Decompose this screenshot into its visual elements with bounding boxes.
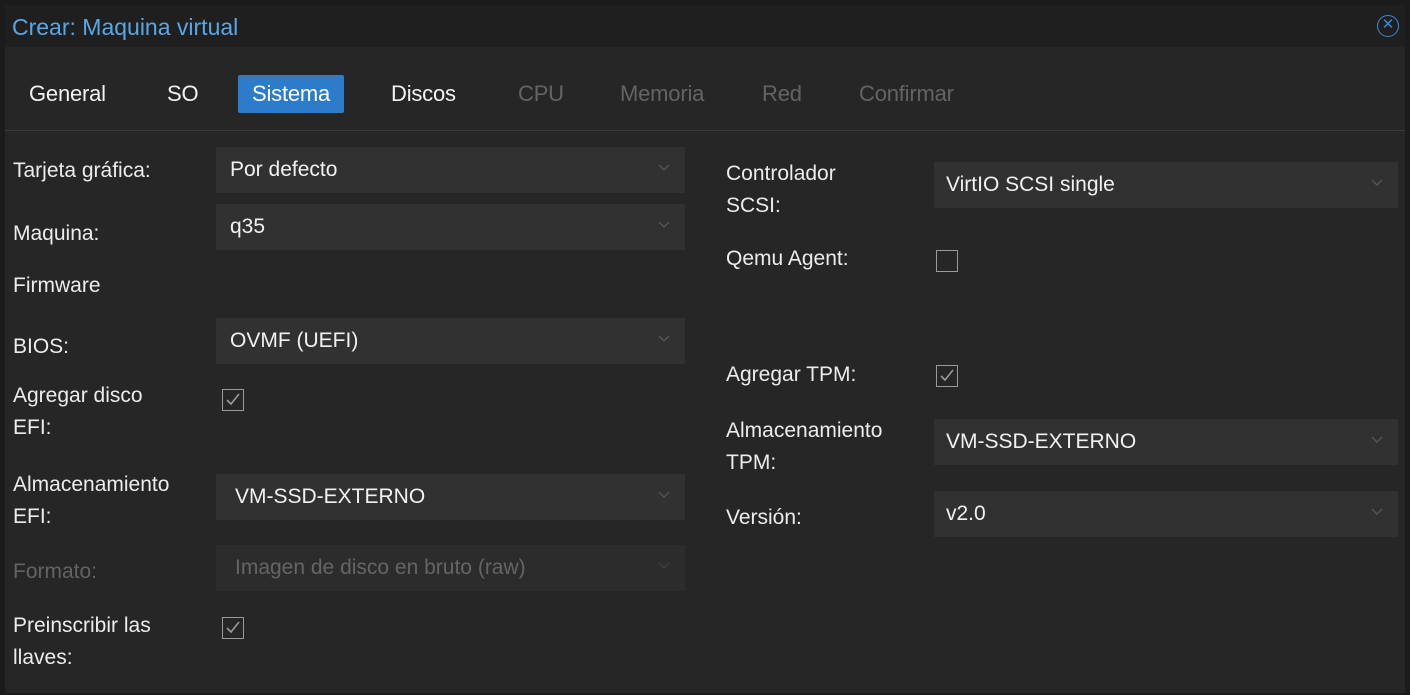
tpm-storage-select[interactable]: VM-SSD-EXTERNO <box>934 419 1398 465</box>
machine-select[interactable]: q35 <box>216 204 685 250</box>
chevron-down-icon <box>658 491 670 498</box>
prekeys-label-line2: llaves: <box>13 646 73 669</box>
efi-storage-label-line2: EFI: <box>13 505 52 528</box>
add-tpm-label: Agregar TPM: <box>726 363 857 386</box>
graphics-card-value: Por defecto <box>230 158 338 181</box>
efi-disk-checkbox[interactable] <box>222 389 244 411</box>
firmware-heading: Firmware <box>13 274 101 297</box>
format-label: Formato: <box>13 560 98 583</box>
chevron-down-icon <box>658 335 670 342</box>
checkmark-icon <box>226 393 240 406</box>
tab-so[interactable]: SO <box>153 75 212 113</box>
scsi-controller-label: Controlador SCSI: <box>726 158 836 222</box>
close-icon[interactable]: ✕ <box>1377 15 1399 37</box>
scsi-controller-value: VirtIO SCSI single <box>946 173 1115 196</box>
dialog-titlebar: Crear: Maquina virtual ✕ <box>5 5 1405 47</box>
prekeys-label: Preinscribir las llaves: <box>13 610 151 674</box>
checkmark-icon <box>226 621 240 634</box>
graphics-card-select[interactable]: Por defecto <box>216 147 685 193</box>
machine-value: q35 <box>230 215 266 238</box>
efi-disk-label-line1: Agregar disco <box>13 384 143 407</box>
chevron-down-icon <box>658 221 670 228</box>
qemu-agent-label: Qemu Agent: <box>726 247 849 270</box>
scsi-controller-select[interactable]: VirtIO SCSI single <box>934 162 1398 208</box>
machine-label: Maquina: <box>13 222 100 245</box>
tpm-storage-label: Almacenamiento TPM: <box>726 415 882 479</box>
dialog-title: Crear: Maquina virtual <box>12 14 239 40</box>
efi-storage-label: Almacenamiento EFI: <box>13 469 169 533</box>
tab-sistema[interactable]: Sistema <box>238 75 345 113</box>
bios-select[interactable]: OVMF (UEFI) <box>216 318 685 364</box>
scsi-controller-label-line1: Controlador <box>726 162 836 185</box>
efi-disk-label-line2: EFI: <box>13 416 52 439</box>
tab-memoria: Memoria <box>620 81 705 106</box>
tab-discos[interactable]: Discos <box>377 75 470 113</box>
prekeys-checkbox[interactable] <box>222 617 244 639</box>
qemu-agent-checkbox[interactable] <box>936 250 958 272</box>
prekeys-label-line1: Preinscribir las <box>13 614 151 637</box>
graphics-card-label: Tarjeta gráfica: <box>13 159 151 182</box>
efi-disk-label: Agregar disco EFI: <box>13 380 143 444</box>
tab-confirmar: Confirmar <box>859 81 954 106</box>
chevron-down-icon <box>1371 508 1383 515</box>
efi-storage-label-line1: Almacenamiento <box>13 473 170 496</box>
tpm-storage-label-line2: TPM: <box>726 451 777 474</box>
tab-bar: General SO Sistema Discos CPU Memoria Re… <box>5 47 1405 131</box>
tab-red: Red <box>762 81 802 106</box>
tab-cpu: CPU <box>518 81 564 106</box>
chevron-down-icon <box>1371 436 1383 443</box>
bios-value: OVMF (UEFI) <box>230 329 359 352</box>
tpm-storage-label-line1: Almacenamiento <box>726 419 883 442</box>
chevron-down-icon <box>658 562 670 569</box>
version-label: Versión: <box>726 506 802 529</box>
checkmark-icon <box>940 369 954 382</box>
version-select[interactable]: v2.0 <box>934 491 1398 537</box>
tpm-storage-value: VM-SSD-EXTERNO <box>946 430 1137 453</box>
create-vm-dialog: Crear: Maquina virtual ✕ General SO Sist… <box>5 5 1405 693</box>
chevron-down-icon <box>658 164 670 171</box>
scsi-controller-label-line2: SCSI: <box>726 194 781 217</box>
add-tpm-checkbox[interactable] <box>936 365 958 387</box>
efi-storage-value: VM-SSD-EXTERNO <box>235 485 426 508</box>
format-select: Imagen de disco en bruto (raw) <box>216 545 685 591</box>
format-value: Imagen de disco en bruto (raw) <box>235 556 526 579</box>
bios-label: BIOS: <box>13 335 70 358</box>
efi-storage-select[interactable]: VM-SSD-EXTERNO <box>216 474 685 520</box>
chevron-down-icon <box>1371 179 1383 186</box>
tab-general[interactable]: General <box>15 75 120 113</box>
version-value: v2.0 <box>946 502 986 525</box>
